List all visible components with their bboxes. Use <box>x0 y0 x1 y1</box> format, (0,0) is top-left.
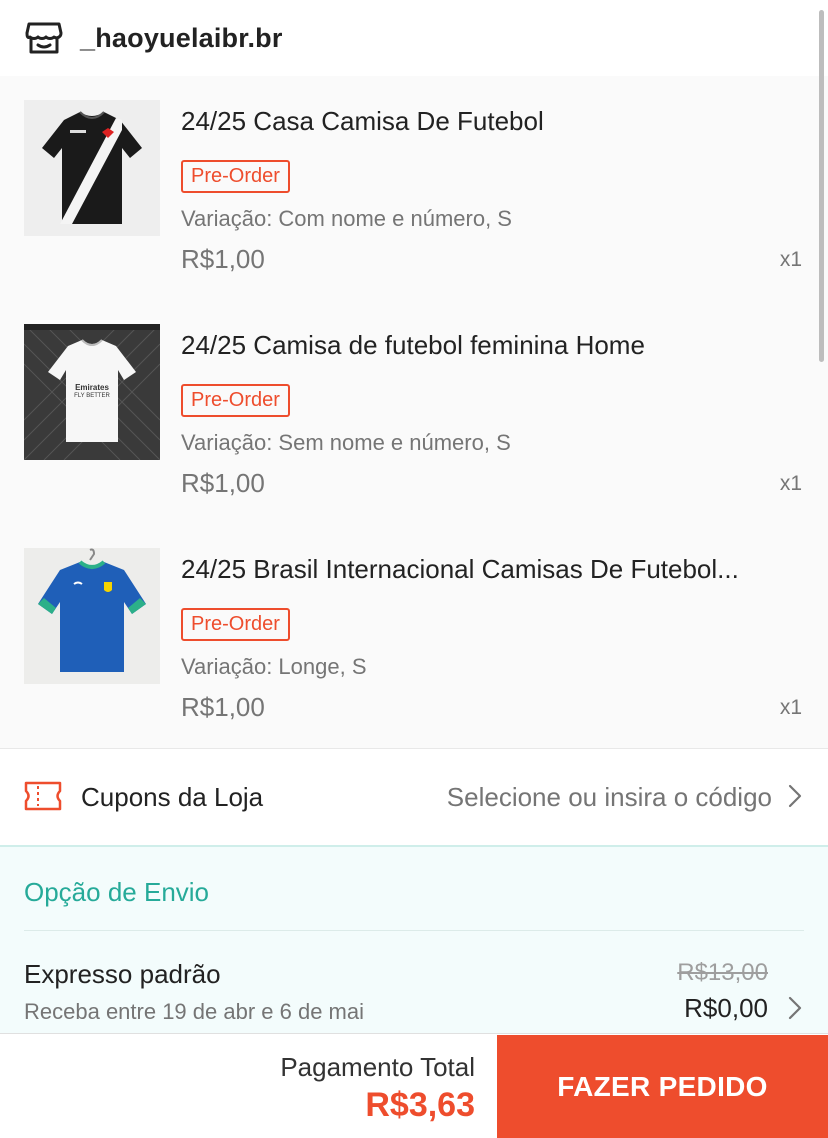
shipping-divider <box>24 930 804 931</box>
coupons-select-link[interactable]: Selecione ou insira o código <box>447 782 772 813</box>
chevron-right-icon[interactable] <box>788 783 802 809</box>
checkout-footer: Pagamento Total R$3,63 FAZER PEDIDO <box>0 1033 828 1138</box>
order-items-list: 24/25 Casa Camisa De Futebol Pre-Order V… <box>0 76 828 748</box>
total-payment-label: Pagamento Total <box>280 1052 475 1082</box>
store-coupons-row[interactable]: Cupons da Loja Selecione ou insira o cód… <box>0 749 828 845</box>
shipping-option-section[interactable]: Opção de Envio Expresso padrão Receba en… <box>0 845 828 1035</box>
product-quantity: x1 <box>779 696 802 719</box>
shipping-original-price: R$13,00 <box>677 959 768 986</box>
product-title[interactable]: 24/25 Camisa de futebol feminina Home <box>181 330 801 361</box>
coupons-label: Cupons da Loja <box>81 782 264 812</box>
product-price: R$1,00 <box>181 692 265 722</box>
ticket-icon <box>24 781 62 811</box>
shipping-heading: Opção de Envio <box>24 877 210 907</box>
chevron-right-icon[interactable] <box>788 995 802 1021</box>
jersey-sponsor-text: Emirates <box>75 383 109 392</box>
product-variation: Variação: Longe, S <box>181 654 367 679</box>
product-price: R$1,00 <box>181 468 265 498</box>
product-title[interactable]: 24/25 Brasil Internacional Camisas De Fu… <box>181 554 801 585</box>
product-title[interactable]: 24/25 Casa Camisa De Futebol <box>181 106 801 137</box>
product-image-white-jersey: Emirates FLY BETTER <box>24 324 160 460</box>
shipping-eta: Receba entre 19 de abr e 6 de mai <box>24 999 365 1024</box>
product-variation: Variação: Sem nome e número, S <box>181 430 511 455</box>
shop-name[interactable]: _haoyuelaibr.br <box>80 23 283 54</box>
jersey-sponsor-tagline: FLY BETTER <box>74 393 110 399</box>
order-item[interactable]: 24/25 Brasil Internacional Camisas De Fu… <box>0 524 828 748</box>
pre-order-badge: Pre-Order <box>181 384 290 417</box>
store-icon <box>24 20 64 56</box>
place-order-button[interactable]: FAZER PEDIDO <box>497 1035 828 1138</box>
pre-order-badge: Pre-Order <box>181 608 290 641</box>
product-image-blue-jersey <box>24 548 160 684</box>
order-item[interactable]: Emirates FLY BETTER 24/25 Camisa de fute… <box>0 300 828 524</box>
product-image-black-jersey <box>24 100 160 236</box>
product-price: R$1,00 <box>181 244 265 274</box>
order-item[interactable]: 24/25 Casa Camisa De Futebol Pre-Order V… <box>0 76 828 300</box>
total-payment-value: R$3,63 <box>365 1086 475 1124</box>
scrollbar[interactable] <box>819 10 824 362</box>
shipping-price: R$0,00 <box>684 993 768 1023</box>
pre-order-badge: Pre-Order <box>181 160 290 193</box>
shop-header[interactable]: _haoyuelaibr.br <box>0 0 828 76</box>
product-quantity: x1 <box>779 248 802 271</box>
shipping-method[interactable]: Expresso padrão <box>24 959 221 990</box>
product-variation: Variação: Com nome e número, S <box>181 206 512 231</box>
product-quantity: x1 <box>779 472 802 495</box>
